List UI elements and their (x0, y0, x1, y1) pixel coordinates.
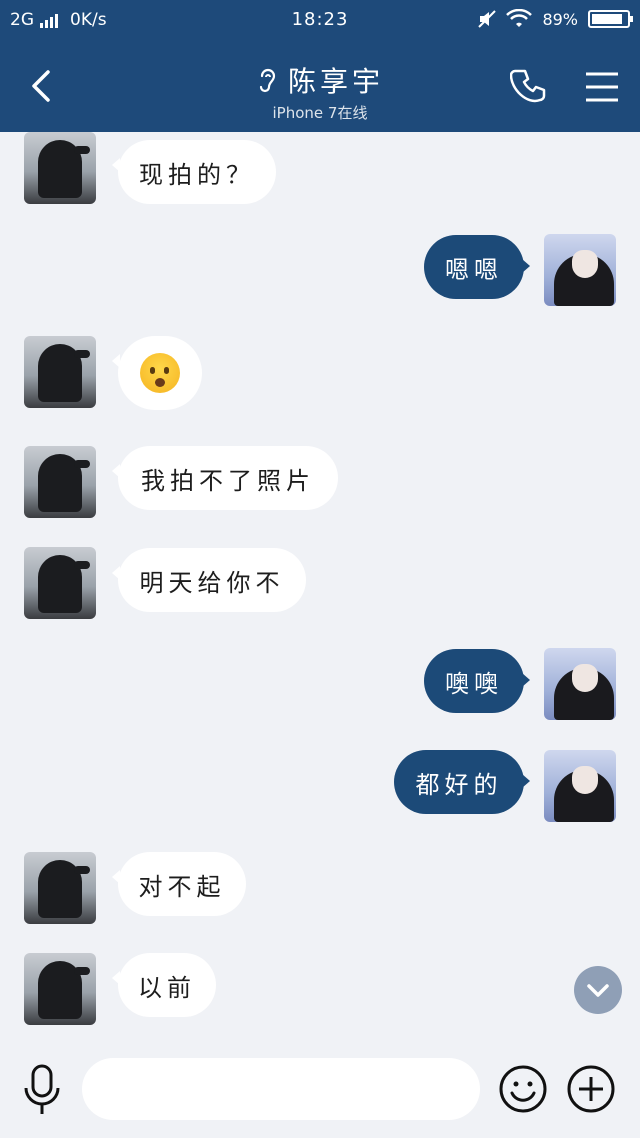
message-text: 噢噢 (445, 669, 503, 698)
menu-icon[interactable] (584, 70, 620, 104)
message-bubble-received[interactable] (112, 336, 202, 410)
message-text: 以前 (138, 973, 196, 1002)
message-bubble-sent[interactable]: 都好的 (394, 750, 530, 814)
battery-icon (588, 10, 633, 28)
message-input[interactable] (82, 1058, 480, 1120)
message-text: 现拍的？ (139, 160, 255, 189)
contact-avatar[interactable] (24, 547, 96, 619)
my-avatar[interactable] (544, 750, 616, 822)
chat-header: 2G 0K/s 18:23 89% 陈享宇 iPhone 7在线 (0, 0, 640, 132)
status-bar: 2G 0K/s 18:23 89% (0, 0, 640, 42)
message-bubble-received[interactable]: 以前 (112, 953, 216, 1017)
my-avatar[interactable] (544, 648, 616, 720)
phone-icon[interactable] (510, 66, 550, 106)
wifi-icon (506, 9, 533, 27)
input-bar (0, 1040, 640, 1138)
message-text: 对不起 (138, 872, 226, 901)
battery-percent: 89 (542, 9, 563, 29)
contact-avatar[interactable] (24, 953, 96, 1025)
contact-avatar[interactable] (24, 336, 96, 408)
message-text: 我拍不了照片 (141, 466, 315, 495)
message-bubble-received[interactable]: 我拍不了照片 (112, 446, 338, 510)
contact-avatar[interactable] (24, 446, 96, 518)
chevron-down-icon (587, 984, 609, 997)
contact-avatar[interactable] (24, 852, 96, 924)
message-bubble-sent[interactable]: 噢噢 (424, 649, 530, 713)
contact-name: 陈享宇 (287, 65, 384, 98)
message-text: 明天给你不 (139, 568, 285, 597)
message-bubble-received[interactable]: 现拍的？ (112, 140, 276, 204)
message-bubble-received[interactable]: 明天给你不 (112, 548, 306, 612)
my-avatar[interactable] (544, 234, 616, 306)
smiley-icon[interactable] (498, 1064, 548, 1114)
message-text: 嗯嗯 (445, 255, 503, 284)
scared-face-emoji-icon (140, 353, 180, 393)
microphone-icon[interactable] (22, 1062, 62, 1118)
scroll-to-bottom-button[interactable] (574, 966, 622, 1014)
message-bubble-received[interactable]: 对不起 (112, 852, 246, 916)
message-bubble-sent[interactable]: 嗯嗯 (424, 235, 530, 299)
message-list[interactable]: 现拍的？ 嗯嗯 我拍不了照片 明天给你不 噢噢 都好的 对不起 以前 (0, 132, 640, 1040)
message-text: 都好的 (415, 770, 503, 799)
ear-icon (259, 68, 276, 93)
plus-icon[interactable] (566, 1064, 616, 1114)
contact-avatar[interactable] (24, 132, 96, 204)
mute-icon (478, 10, 497, 28)
